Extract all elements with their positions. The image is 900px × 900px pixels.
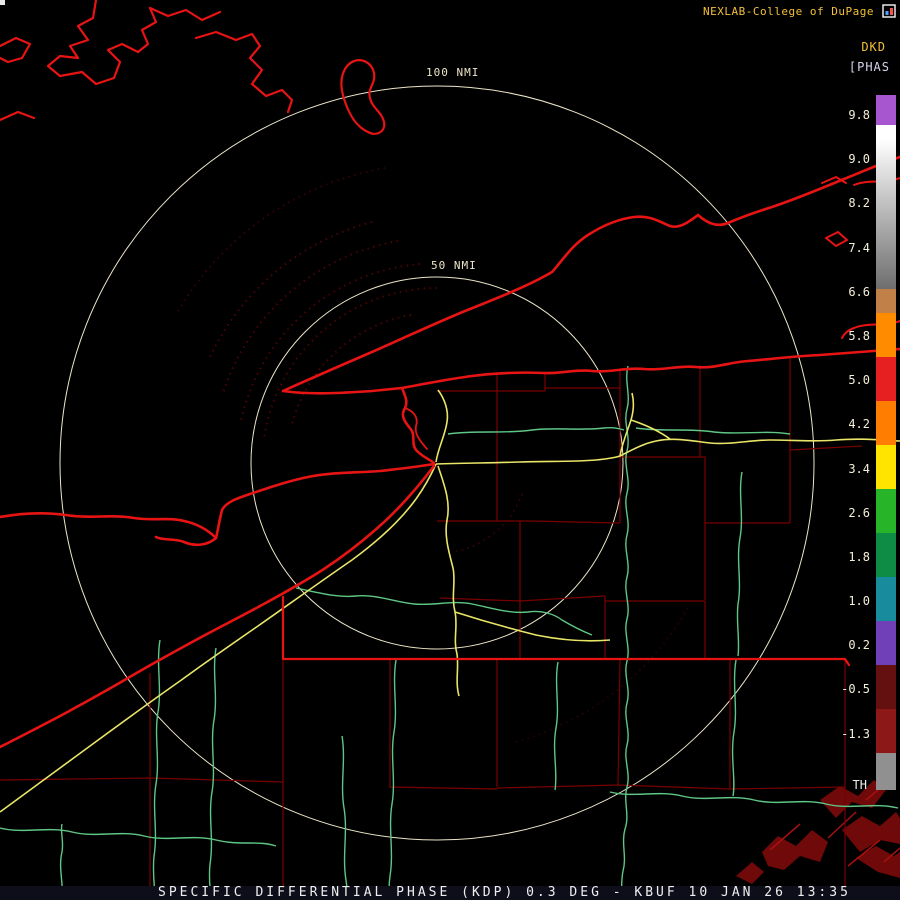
- colorbar-segment: [876, 139, 896, 289]
- colorbar-segment: [876, 533, 896, 577]
- colorbar-tick-label: 6.6: [848, 284, 870, 299]
- creek-southwest-2: [208, 647, 217, 900]
- lake-ontario-south-shore: [281, 347, 900, 395]
- range-ring-100nmi: [59, 85, 815, 841]
- colorbar-tick-label: 4.2: [848, 417, 870, 432]
- county-boundaries: [0, 358, 863, 900]
- creek-southwest-1: [152, 639, 161, 900]
- colorbar-ticks: 9.8 9.0 8.2 7.4 6.6 5.8 5.0 4.2 3.4 2.6 1.8 1.0 0.2 -…: [828, 93, 870, 756]
- range-ring-label-50nmi: 50 NMI: [429, 259, 479, 272]
- header-title: NEXLAB-College of DuPage: [703, 5, 874, 18]
- units-label: [PHAS: [848, 60, 890, 74]
- left-edge-shore: [0, 110, 36, 122]
- niagara-river: [400, 386, 436, 465]
- clutter-arc: [452, 493, 523, 553]
- colorbar-segment: [876, 445, 896, 489]
- product-id-label: DKD: [861, 40, 886, 54]
- echo-blob-southeast: [736, 780, 900, 884]
- colorbar-segment: [876, 621, 896, 665]
- creek-southeast-1: [731, 659, 737, 797]
- colorbar-tick-label: 3.4: [848, 461, 870, 476]
- radar-echoes: [176, 167, 900, 884]
- county-lines: [0, 358, 863, 900]
- echo-patch: [842, 812, 900, 852]
- echo-patch: [762, 830, 828, 870]
- clutter-arc: [263, 287, 438, 440]
- rivers-roads: [0, 365, 899, 900]
- creek-east-1: [736, 471, 743, 657]
- colorbar-tick-label: 7.4: [848, 240, 870, 255]
- colorbar-tick-label: 0.2: [848, 638, 870, 653]
- colorbar-tick-label: 8.2: [848, 196, 870, 211]
- grand-island-channel: [404, 407, 428, 450]
- colorbar-segment: [876, 489, 896, 533]
- colorbar-segment: [876, 753, 896, 790]
- canada-shoreline-a: [46, 0, 158, 86]
- colorbar-tick-label: -1.3: [841, 726, 870, 741]
- cattaraugus-creek: [295, 587, 593, 636]
- radar-map: [0, 0, 900, 900]
- colorbar-tick-label: -0.5: [841, 682, 870, 697]
- highways: [0, 389, 900, 813]
- state-water-boundaries: [0, 0, 900, 749]
- creek-south-3: [553, 661, 559, 791]
- status-bar-text: SPECIFIC DIFFERENTIAL PHASE (KDP) 0.3 DE…: [158, 885, 851, 900]
- colorbar-tick-label: 1.8: [848, 549, 870, 564]
- clutter-arc: [222, 240, 399, 394]
- status-bar: SPECIFIC DIFFERENTIAL PHASE (KDP) 0.3 DE…: [0, 886, 900, 900]
- colorbar-tick-label: 1.0: [848, 594, 870, 609]
- clutter-arc: [291, 314, 412, 425]
- echo-patch: [736, 862, 764, 884]
- colorbar-segment: [876, 313, 896, 357]
- colorbar-segment: [876, 95, 896, 125]
- us219-south: [437, 465, 460, 697]
- clutter-arc: [176, 167, 386, 314]
- clutter-arcs: [176, 167, 689, 744]
- radar-viewer: { "header": { "title": "NEXLAB-College o…: [0, 0, 900, 900]
- i190-niagara: [435, 389, 449, 463]
- long-point-shore: [0, 511, 218, 547]
- range-ring-label-100nmi: 100 NMI: [424, 66, 482, 79]
- echo-patch: [856, 846, 900, 878]
- colorbar-tick-label: 5.0: [848, 373, 870, 388]
- erie-canal: [447, 426, 791, 435]
- clutter-arc: [511, 607, 689, 744]
- cod-logo-icon: [882, 4, 896, 18]
- lake-erie-us-shore: [0, 464, 436, 749]
- colorbar-segment: [876, 665, 896, 709]
- colorbar-tick-label: 9.0: [848, 152, 870, 167]
- lake-erie-canada-shore: [214, 462, 436, 540]
- canada-shoreline-c: [194, 30, 294, 114]
- corner-mark: [0, 0, 5, 5]
- colorbar-tick-label: 2.6: [848, 505, 870, 520]
- colorbar-tick-label: 9.8: [848, 108, 870, 122]
- range-rings: [59, 85, 815, 841]
- road-southwest: [0, 827, 277, 847]
- colorbar-segment: [876, 125, 896, 139]
- range-ring-50nmi: [250, 276, 624, 650]
- clutter-arc: [209, 221, 373, 358]
- colorbar-segment: [876, 577, 896, 621]
- colorbar-segment: [876, 289, 896, 313]
- colorbar-segment: [876, 709, 896, 753]
- canada-shoreline-b: [148, 6, 222, 22]
- canada-shoreline-d: [0, 36, 32, 64]
- threshold-label: TH: [852, 778, 867, 792]
- colorbar-tick-label: 5.8: [848, 328, 870, 343]
- creek-south-2: [341, 735, 348, 900]
- colorbar: [876, 95, 896, 790]
- ny-pa-border: [281, 595, 851, 667]
- colorbar-segment: [876, 401, 896, 445]
- colorbar-segment: [876, 357, 896, 401]
- route-southeast: [454, 611, 611, 642]
